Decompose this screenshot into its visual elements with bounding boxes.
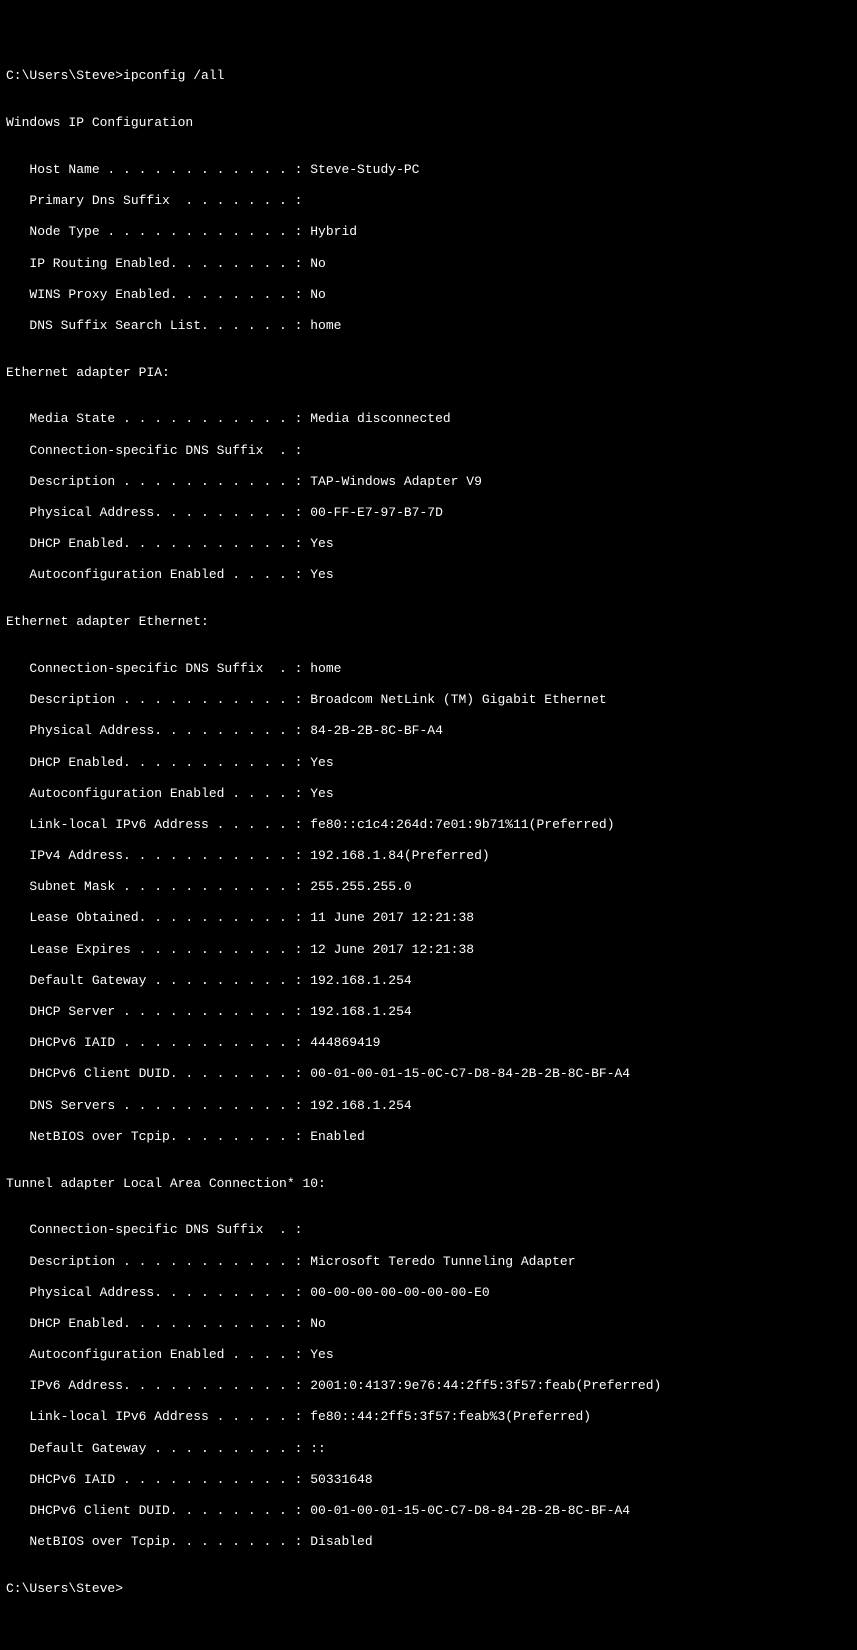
config-host-name: Host Name . . . . . . . . . . . . : Stev… bbox=[6, 162, 851, 178]
tunnel-dhcpv6-iaid: DHCPv6 IAID . . . . . . . . . . . : 5033… bbox=[6, 1472, 851, 1488]
prompt-line: C:\Users\Steve>ipconfig /all bbox=[6, 68, 851, 84]
config-dns-suffix: DNS Suffix Search List. . . . . . : home bbox=[6, 318, 851, 334]
ethernet-dns-servers: DNS Servers . . . . . . . . . . . : 192.… bbox=[6, 1098, 851, 1114]
ethernet-dhcpv6-duid: DHCPv6 Client DUID. . . . . . . . : 00-0… bbox=[6, 1066, 851, 1082]
ethernet-gateway: Default Gateway . . . . . . . . . : 192.… bbox=[6, 973, 851, 989]
ethernet-conn-suffix: Connection-specific DNS Suffix . : home bbox=[6, 661, 851, 677]
tunnel-conn-suffix: Connection-specific DNS Suffix . : bbox=[6, 1222, 851, 1238]
pia-dhcp: DHCP Enabled. . . . . . . . . . . : Yes bbox=[6, 536, 851, 552]
adapter-pia-header: Ethernet adapter PIA: bbox=[6, 365, 851, 381]
config-primary-dns: Primary Dns Suffix . . . . . . . : bbox=[6, 193, 851, 209]
ethernet-description: Description . . . . . . . . . . . : Broa… bbox=[6, 692, 851, 708]
ethernet-ipv4: IPv4 Address. . . . . . . . . . . : 192.… bbox=[6, 848, 851, 864]
config-ip-routing: IP Routing Enabled. . . . . . . . : No bbox=[6, 256, 851, 272]
adapter-tunnel-header: Tunnel adapter Local Area Connection* 10… bbox=[6, 1176, 851, 1192]
tunnel-ipv6: IPv6 Address. . . . . . . . . . . : 2001… bbox=[6, 1378, 851, 1394]
ethernet-lease-expires: Lease Expires . . . . . . . . . . : 12 J… bbox=[6, 942, 851, 958]
tunnel-link-local: Link-local IPv6 Address . . . . . : fe80… bbox=[6, 1409, 851, 1425]
ethernet-autoconfig: Autoconfiguration Enabled . . . . : Yes bbox=[6, 786, 851, 802]
ethernet-netbios: NetBIOS over Tcpip. . . . . . . . : Enab… bbox=[6, 1129, 851, 1145]
pia-media-state: Media State . . . . . . . . . . . : Medi… bbox=[6, 411, 851, 427]
tunnel-netbios: NetBIOS over Tcpip. . . . . . . . : Disa… bbox=[6, 1534, 851, 1550]
pia-physical: Physical Address. . . . . . . . . : 00-F… bbox=[6, 505, 851, 521]
ethernet-dhcp: DHCP Enabled. . . . . . . . . . . : Yes bbox=[6, 755, 851, 771]
tunnel-dhcpv6-duid: DHCPv6 Client DUID. . . . . . . . : 00-0… bbox=[6, 1503, 851, 1519]
tunnel-physical: Physical Address. . . . . . . . . : 00-0… bbox=[6, 1285, 851, 1301]
pia-description: Description . . . . . . . . . . . : TAP-… bbox=[6, 474, 851, 490]
pia-conn-suffix: Connection-specific DNS Suffix . : bbox=[6, 443, 851, 459]
ethernet-dhcpv6-iaid: DHCPv6 IAID . . . . . . . . . . . : 4448… bbox=[6, 1035, 851, 1051]
tunnel-dhcp: DHCP Enabled. . . . . . . . . . . : No bbox=[6, 1316, 851, 1332]
config-wins-proxy: WINS Proxy Enabled. . . . . . . . : No bbox=[6, 287, 851, 303]
tunnel-gateway: Default Gateway . . . . . . . . . : :: bbox=[6, 1441, 851, 1457]
ethernet-subnet: Subnet Mask . . . . . . . . . . . : 255.… bbox=[6, 879, 851, 895]
config-node-type: Node Type . . . . . . . . . . . . : Hybr… bbox=[6, 224, 851, 240]
prompt-line[interactable]: C:\Users\Steve> bbox=[6, 1581, 851, 1597]
tunnel-description: Description . . . . . . . . . . . : Micr… bbox=[6, 1254, 851, 1270]
ethernet-dhcp-server: DHCP Server . . . . . . . . . . . : 192.… bbox=[6, 1004, 851, 1020]
adapter-ethernet-header: Ethernet adapter Ethernet: bbox=[6, 614, 851, 630]
pia-autoconfig: Autoconfiguration Enabled . . . . : Yes bbox=[6, 567, 851, 583]
section-header: Windows IP Configuration bbox=[6, 115, 851, 131]
ethernet-lease-obtained: Lease Obtained. . . . . . . . . . : 11 J… bbox=[6, 910, 851, 926]
ethernet-physical: Physical Address. . . . . . . . . : 84-2… bbox=[6, 723, 851, 739]
tunnel-autoconfig: Autoconfiguration Enabled . . . . : Yes bbox=[6, 1347, 851, 1363]
